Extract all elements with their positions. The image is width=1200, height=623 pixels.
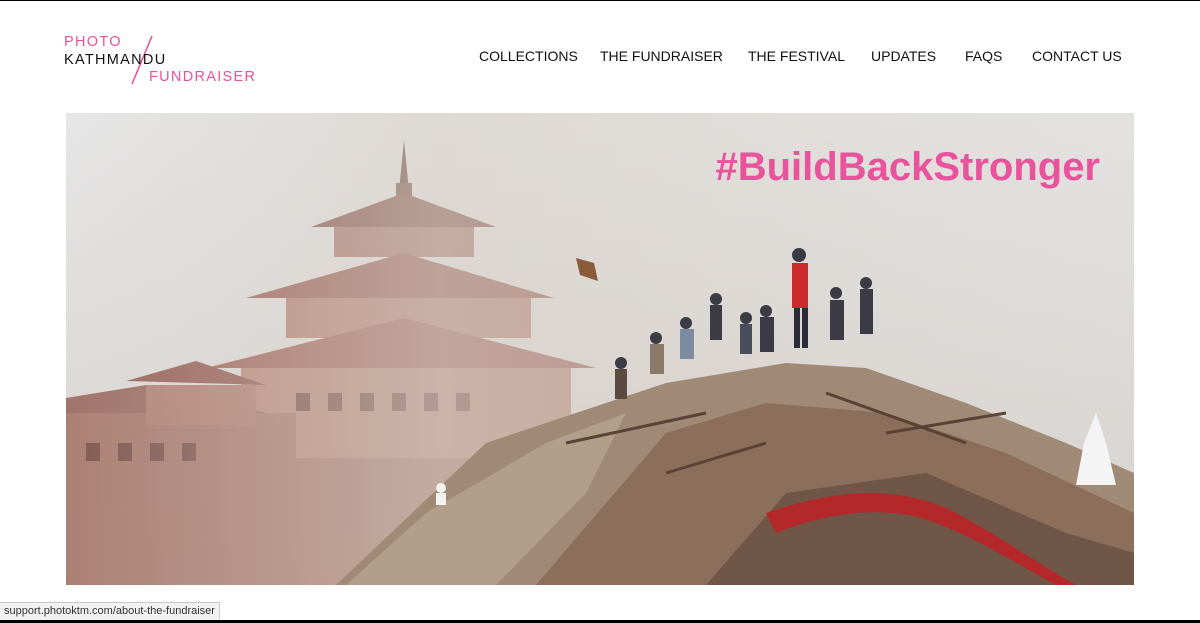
hero-banner: #BuildBackStronger	[66, 113, 1134, 585]
logo-line-fundraiser: FUNDRAISER	[149, 69, 257, 85]
nav-contact-us[interactable]: CONTACT US	[1032, 48, 1122, 64]
main-nav: COLLECTIONS THE FUNDRAISER THE FESTIVAL …	[0, 48, 1200, 66]
nav-faqs[interactable]: FAQS	[965, 48, 1002, 64]
status-bar-url: support.photoktm.com/about-the-fundraise…	[0, 602, 220, 621]
nav-collections[interactable]: COLLECTIONS	[479, 48, 578, 64]
window-top-border	[0, 0, 1200, 1]
nav-updates[interactable]: UPDATES	[871, 48, 936, 64]
nav-the-festival[interactable]: THE FESTIVAL	[748, 48, 845, 64]
nav-the-fundraiser[interactable]: THE FUNDRAISER	[600, 48, 723, 64]
hero-hashtag: #BuildBackStronger	[715, 145, 1100, 189]
